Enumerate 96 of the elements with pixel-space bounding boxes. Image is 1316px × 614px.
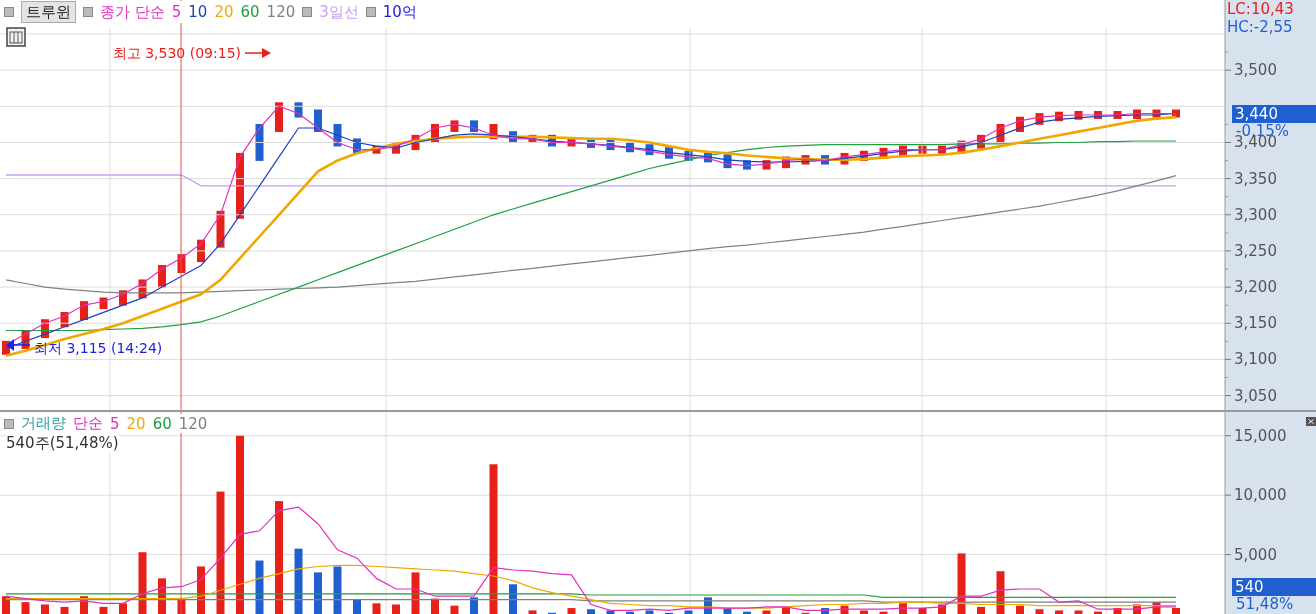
volume-bar: [1172, 608, 1180, 614]
volume-bar: [782, 606, 790, 614]
legend-label: 20: [214, 3, 234, 21]
volume-bar: [723, 608, 732, 614]
volume-bar: [177, 599, 186, 614]
volume-bar: [528, 610, 537, 614]
volume-bar: [684, 610, 693, 614]
volume-bar: [1055, 610, 1063, 614]
volume-bar: [860, 610, 868, 614]
toggle-icon[interactable]: [4, 418, 14, 429]
volume-bar: [353, 599, 361, 614]
legend-label: 10: [188, 3, 208, 21]
volume-bar: [314, 572, 322, 614]
axis-label: 3,250: [1234, 241, 1277, 260]
legend-label: 120: [178, 414, 208, 433]
legend-label: 20: [126, 414, 146, 433]
axis-label: 3,500: [1234, 61, 1277, 80]
legend-label: 5: [171, 3, 182, 21]
axis-label: 3,100: [1234, 350, 1277, 369]
axis-label: 10,000: [1234, 486, 1287, 505]
volume-bar: [60, 606, 69, 614]
volume-bar: [1016, 605, 1024, 614]
volume-bar: [138, 552, 147, 614]
volume-bar: [1152, 602, 1161, 614]
volume-bar: [996, 571, 1005, 614]
volume-bar: [2, 596, 10, 614]
volume-bar: [918, 608, 927, 614]
current-volume: 540: [1232, 578, 1316, 596]
volume-bar: [197, 566, 205, 614]
toggle-icon[interactable]: [4, 7, 14, 17]
volume-bar: [938, 604, 946, 614]
legend-label: 10억: [382, 2, 417, 22]
axis-label: 3,350: [1234, 169, 1277, 188]
volume-bar: [255, 560, 264, 614]
legend-label: 3일선: [319, 2, 359, 22]
legend-label: 60: [240, 3, 260, 21]
axis-label: 3,150: [1234, 314, 1277, 333]
axis-label: 3,300: [1234, 205, 1277, 224]
legend-label: 거래량: [21, 414, 66, 433]
low-price-label: 최저 3,115 (14:24): [34, 339, 163, 356]
volume-bar: [1094, 611, 1102, 614]
volume-bar: [470, 597, 478, 614]
volume-bar: [1074, 610, 1083, 614]
arrow-icon: [6, 338, 31, 351]
volume-bar: [41, 604, 49, 614]
volume-bar: [762, 610, 771, 614]
volume-bar: [158, 578, 166, 614]
volume-bar: [99, 606, 108, 614]
volume-bar: [606, 610, 615, 614]
toggle-icon[interactable]: [83, 7, 93, 17]
volume-bar: [626, 611, 634, 614]
legend-label: 120: [266, 3, 296, 21]
volume-bar: [1113, 608, 1122, 614]
volume-bar: [840, 605, 849, 614]
volume-bar: [587, 609, 595, 614]
volume-bar: [704, 597, 712, 614]
hc-value: HC:-2,55: [1227, 18, 1294, 36]
volume-bar: [957, 553, 966, 614]
arrow-icon: [244, 48, 271, 58]
volume-ratio: 51,48%: [1236, 596, 1294, 612]
volume-bar: [645, 610, 654, 614]
volume-bar: [119, 603, 127, 614]
axis-label: 3,050: [1234, 386, 1277, 405]
volume-bar: [333, 566, 342, 614]
volume-bar: [509, 584, 517, 614]
toggle-icon[interactable]: [365, 7, 376, 17]
legend-label: 종가 단순: [100, 2, 165, 22]
volume-bar: [899, 603, 907, 614]
indicator-button[interactable]: 트루윈: [21, 1, 76, 23]
lc-value: LC:10,43: [1227, 0, 1294, 18]
axis-label: 5,000: [1234, 545, 1277, 564]
volume-bar: [21, 602, 30, 614]
volume-bar: [411, 572, 420, 614]
volume-bar: [80, 596, 88, 614]
volume-bar: [431, 598, 439, 614]
legend-label: 60: [152, 414, 172, 433]
volume-bar: [977, 606, 985, 614]
volume-bar: [294, 548, 303, 614]
axis-label: 15,000: [1234, 426, 1287, 445]
volume-bar: [1133, 604, 1141, 614]
close-icon[interactable]: [1306, 417, 1316, 426]
volume-bar: [392, 604, 400, 614]
volume-bar: [879, 611, 888, 614]
legend-label: 단순: [73, 414, 103, 433]
high-price-label: 최고 3,530 (09:15): [112, 45, 241, 61]
volume-bar: [821, 608, 829, 614]
volume-bar: [743, 611, 751, 614]
legend-label: 5: [110, 414, 120, 433]
axis-label: 3,200: [1234, 278, 1277, 297]
volume-bar: [567, 608, 576, 614]
volume-bar: [1035, 609, 1044, 614]
volume-bar: [450, 605, 459, 614]
volume-info: 540주(51,48%): [6, 434, 119, 453]
table-icon[interactable]: [6, 27, 26, 47]
volume-bar: [372, 603, 381, 614]
toggle-icon[interactable]: [302, 7, 313, 17]
